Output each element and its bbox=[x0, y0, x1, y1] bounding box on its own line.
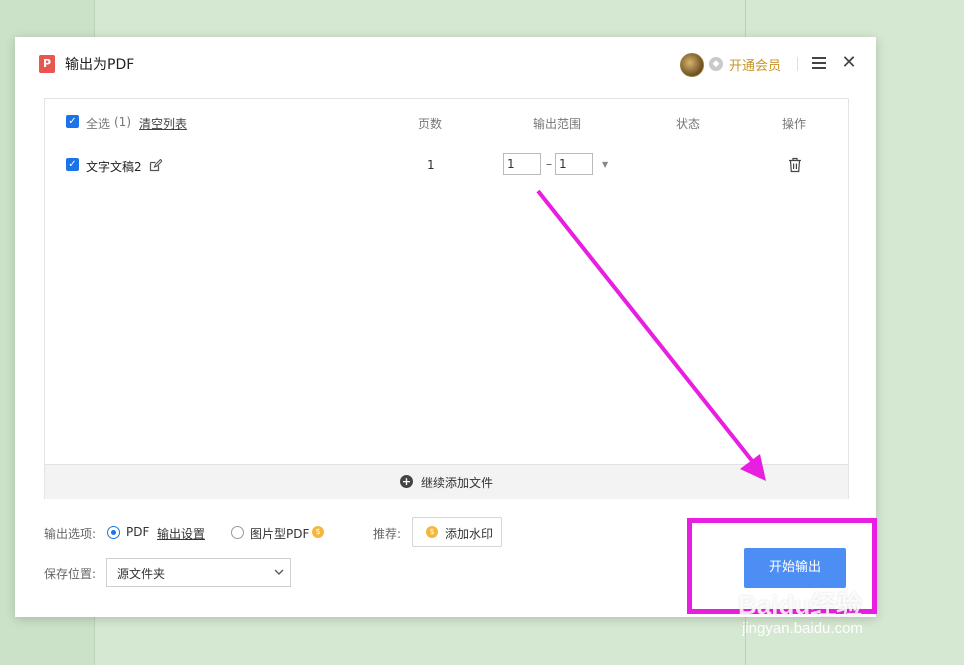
column-header-actions: 操作 bbox=[782, 117, 807, 131]
range-separator: – bbox=[546, 157, 552, 171]
add-more-files-button[interactable]: + 继续添加文件 bbox=[45, 464, 848, 499]
menu-icon[interactable] bbox=[812, 57, 826, 69]
file-page-count: 1 bbox=[427, 158, 435, 172]
pdf-radio[interactable] bbox=[107, 526, 120, 539]
pdf-radio-label: PDF bbox=[126, 525, 150, 539]
file-count: (1) bbox=[114, 115, 131, 129]
select-all-label: 全选 bbox=[86, 117, 111, 131]
image-pdf-label: 图片型PDF bbox=[250, 527, 310, 541]
delete-icon[interactable] bbox=[788, 157, 802, 173]
range-dropdown-icon[interactable]: ▼ bbox=[602, 160, 608, 169]
column-header-status: 状态 bbox=[676, 117, 701, 131]
rename-icon[interactable] bbox=[149, 159, 162, 172]
baidu-watermark-url: jingyan.baidu.com bbox=[742, 620, 863, 637]
add-watermark-button[interactable]: $ 添加水印 bbox=[412, 517, 502, 547]
add-watermark-label: 添加水印 bbox=[445, 527, 494, 541]
clear-list-link[interactable]: 清空列表 bbox=[139, 115, 187, 132]
chevron-down-icon bbox=[274, 569, 284, 575]
save-location-label: 保存位置: bbox=[44, 567, 97, 581]
open-vip-link[interactable]: 开通会员 bbox=[729, 55, 781, 74]
baidu-watermark-logo: Baidu经验 bbox=[738, 590, 863, 620]
range-from-input[interactable]: 1 bbox=[503, 153, 541, 175]
file-name: 文字文稿2 bbox=[86, 160, 142, 174]
dialog-title: 输出为PDF bbox=[65, 57, 135, 73]
select-all-checkbox[interactable]: ✓ bbox=[66, 115, 79, 128]
plus-circle-icon: + bbox=[400, 475, 413, 488]
titlebar-separator bbox=[797, 57, 798, 71]
file-list-panel: ✓ 全选 (1) 清空列表 页数 输出范围 状态 操作 ✓ 文字文稿2 1 1 … bbox=[44, 98, 849, 499]
save-location-select[interactable]: 源文件夹 bbox=[106, 558, 291, 587]
recommend-label: 推荐: bbox=[373, 527, 402, 541]
coin-icon: $ bbox=[426, 526, 438, 538]
output-settings-link[interactable]: 输出设置 bbox=[157, 525, 205, 542]
column-header-range: 输出范围 bbox=[533, 117, 582, 131]
vip-badge-icon: ◆ bbox=[709, 57, 723, 71]
save-location-value: 源文件夹 bbox=[117, 567, 166, 581]
close-icon[interactable]: ✕ bbox=[841, 53, 857, 73]
column-header-pages: 页数 bbox=[418, 117, 443, 131]
dialog-titlebar: P 输出为PDF ◆ 开通会员 ✕ bbox=[15, 37, 876, 91]
user-avatar[interactable] bbox=[680, 53, 704, 77]
range-to-input[interactable]: 1 bbox=[555, 153, 593, 175]
image-pdf-radio[interactable] bbox=[231, 526, 244, 539]
pdf-app-icon: P bbox=[39, 55, 55, 73]
add-more-files-label: 继续添加文件 bbox=[421, 476, 494, 490]
row-checkbox[interactable]: ✓ bbox=[66, 158, 79, 171]
coin-icon: $ bbox=[312, 526, 324, 538]
output-options-label: 输出选项: bbox=[44, 527, 97, 541]
